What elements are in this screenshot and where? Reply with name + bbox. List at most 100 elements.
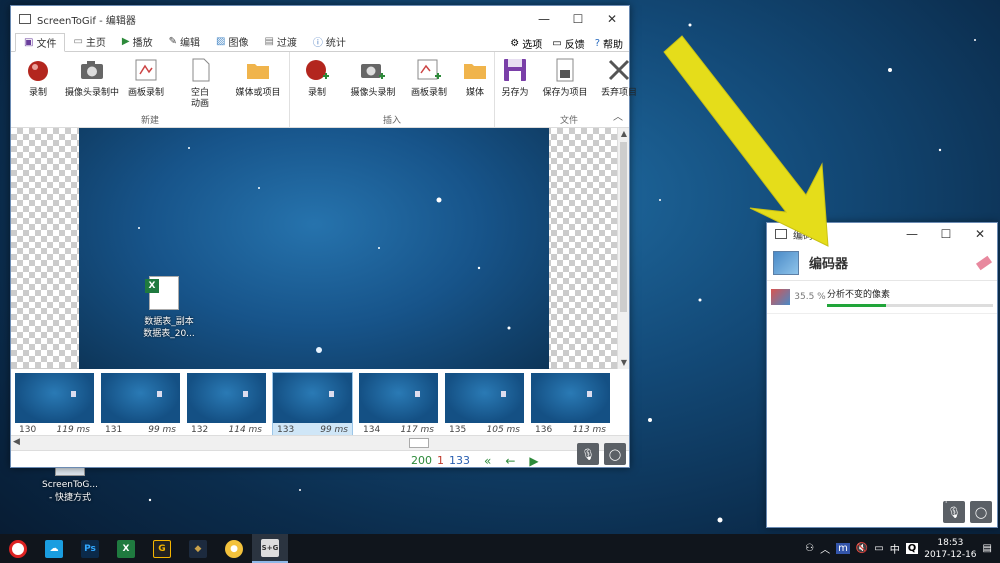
encoder-loop-button[interactable]: ◯ xyxy=(970,501,992,523)
eraser-icon[interactable] xyxy=(975,255,993,270)
network-icon[interactable]: ▭ xyxy=(874,543,883,554)
encoder-minimize-button[interactable]: — xyxy=(895,221,929,247)
feedback-link[interactable]: ▭ 反馈 xyxy=(552,36,584,51)
frame-thumbnail[interactable]: 132 114 ms xyxy=(187,373,266,435)
frame-thumbnail[interactable]: 130 119 ms xyxy=(15,373,94,435)
floppy-icon: ▣ xyxy=(24,37,34,48)
encoding-progress-fill xyxy=(827,304,886,307)
blank-animation-button[interactable]: 空白 动画 xyxy=(173,56,227,113)
tab-home[interactable]: ▭ 主页 xyxy=(65,32,113,51)
project-icon xyxy=(556,58,574,82)
taskbar-record-app[interactable] xyxy=(0,534,36,563)
scroll-down-icon[interactable]: ▼ xyxy=(618,357,630,369)
encoder-heading: 编码器 xyxy=(809,257,849,272)
insert-webcam-button[interactable]: 摄像头录制 xyxy=(344,56,402,113)
system-tray: ⚇ ︿ m 🔇 ▭ 中 Q 18:53 2017-12-16 ▤ xyxy=(805,537,1000,561)
tab-file[interactable]: ▣ 文件 xyxy=(15,33,66,52)
q-icon[interactable]: Q xyxy=(905,543,919,554)
record-button[interactable]: 录制 xyxy=(11,56,65,113)
baidu-watermark: Bai du 经验 xyxy=(770,458,948,493)
encoding-status-label: 分析不变的像素 xyxy=(827,290,891,300)
close-button[interactable]: ✕ xyxy=(595,6,629,32)
clock-time: 18:53 xyxy=(937,537,964,548)
vertical-scrollbar[interactable]: ▲ ▼ xyxy=(617,128,629,369)
encoder-image-icon xyxy=(773,250,799,275)
tab-transition[interactable]: ▤ 过渡 xyxy=(256,32,304,51)
microphone-button[interactable]: 🎙 xyxy=(577,443,599,465)
status-bar: 200 1 133 « ← ▶ xyxy=(11,450,629,470)
frame-thumbnail[interactable]: 134 117 ms xyxy=(359,373,438,435)
shortcut-label-sub: - 快捷方式 xyxy=(48,493,92,503)
horizontal-scroll-thumb[interactable] xyxy=(409,438,429,448)
taskbar: ☁ Ps X G ◆ ● S+G ⚇ ︿ m 🔇 ▭ 中 Q 18:53 201… xyxy=(0,534,1000,563)
scroll-left-icon[interactable]: ◀ xyxy=(13,437,20,447)
taskbar-game-app[interactable]: ◆ xyxy=(180,534,216,563)
help-link[interactable]: ? 帮助 xyxy=(595,36,623,51)
encoder-maximize-button[interactable]: ☐ xyxy=(929,221,963,247)
frame-canvas[interactable]: X 数据表_副本 数据表_20... ▲ ▼ xyxy=(11,128,629,369)
ime-indicator[interactable]: 中 xyxy=(890,541,900,556)
microphone-icon: 🎙 xyxy=(947,505,961,519)
current-frame-index: 133 xyxy=(449,454,470,467)
microphone-icon: 🎙 xyxy=(581,447,595,461)
title-bar[interactable]: ScreenToGif - 编辑器 — ☐ ✕ xyxy=(11,6,629,32)
next-frame-icon[interactable]: ▶ xyxy=(529,454,538,468)
frame-thumbnail[interactable]: 136 113 ms xyxy=(531,373,610,435)
image-icon: ▨ xyxy=(216,36,226,47)
scroll-up-icon[interactable]: ▲ xyxy=(618,128,630,140)
discard-project-button[interactable]: 丢弃项目 xyxy=(595,56,643,113)
taskbar-photoshop[interactable]: Ps xyxy=(72,534,108,563)
shortcut-label: ScreenToG... xyxy=(42,480,98,490)
clock-date: 2017-12-16 xyxy=(924,549,977,560)
save-as-project-button[interactable]: 保存为项目 xyxy=(535,56,595,113)
pencil-icon: ✎ xyxy=(168,36,177,47)
board-record-button[interactable]: 画板录制 xyxy=(119,56,173,113)
people-icon[interactable]: ⚇ xyxy=(805,543,814,554)
monitor-icon xyxy=(775,229,787,239)
insert-record-button[interactable]: 录制 xyxy=(290,56,344,113)
taskbar-excel[interactable]: X xyxy=(108,534,144,563)
maximize-button[interactable]: ☐ xyxy=(561,6,595,32)
media-or-project-button[interactable]: 媒体或项目 xyxy=(227,56,289,113)
tab-play[interactable]: ▶ 播放 xyxy=(114,32,161,51)
tab-statistics[interactable]: ⓘ 统计 xyxy=(305,32,354,51)
encoding-item[interactable]: 35.5 % 分析不变的像素 xyxy=(767,281,997,314)
taskbar-cloud-app[interactable]: ☁ xyxy=(36,534,72,563)
taskbar-g-app[interactable]: G xyxy=(144,534,180,563)
wrench-icon: ⚙ xyxy=(510,38,520,49)
page-icon: ▭ xyxy=(73,36,83,47)
frame-thumbnail[interactable]: 131 99 ms xyxy=(101,373,180,435)
scroll-thumb[interactable] xyxy=(620,142,627,312)
previous-frame-icon[interactable]: ← xyxy=(505,454,515,468)
frame-thumbnail[interactable]: 135 105 ms xyxy=(445,373,524,435)
first-frame-icon[interactable]: « xyxy=(484,454,491,468)
minimize-button[interactable]: — xyxy=(527,6,561,32)
collapse-ribbon-icon[interactable]: ︿ xyxy=(613,108,623,123)
current-frame-image: X 数据表_副本 数据表_20... xyxy=(79,128,549,369)
volume-muted-icon[interactable]: 🔇 xyxy=(856,543,868,554)
frame-filmstrip: 130 119 ms 131 99 ms 132 114 ms 133 99 ms 13… xyxy=(11,369,629,436)
frame-thumbnail-selected[interactable]: 133 99 ms xyxy=(272,372,353,435)
horizontal-scrollbar[interactable]: ◀ xyxy=(11,436,629,450)
window-title: ScreenToGif - 编辑器 xyxy=(37,15,136,27)
encoding-progress-bar xyxy=(827,304,993,307)
clock[interactable]: 18:53 2017-12-16 xyxy=(924,537,976,561)
save-as-button[interactable]: 另存为 xyxy=(495,56,535,113)
close-x-icon xyxy=(608,59,630,81)
total-frames-count: 200 xyxy=(411,454,432,467)
loop-button[interactable]: ◯ xyxy=(604,443,626,465)
editor-window: ScreenToGif - 编辑器 — ☐ ✕ ▣ 文件 ▭ 主页 ▶ 播放 ✎ 编辑 … xyxy=(10,5,637,470)
taskbar-screentogif[interactable]: S+G xyxy=(252,534,288,563)
tray-app-icon[interactable]: m xyxy=(836,543,850,554)
options-link[interactable]: ⚙ 选项 xyxy=(510,36,542,51)
chevron-up-icon[interactable]: ︿ xyxy=(820,541,830,556)
notification-icon[interactable]: ▤ xyxy=(983,543,992,554)
tab-image[interactable]: ▨ 图像 xyxy=(208,32,256,51)
insert-media-button[interactable]: 媒体 xyxy=(456,56,494,113)
taskbar-paint-app[interactable]: ● xyxy=(216,534,252,563)
webcam-record-button[interactable]: 摄像头录制中 xyxy=(65,56,119,113)
tab-edit[interactable]: ✎ 编辑 xyxy=(161,32,208,51)
insert-board-button[interactable]: 画板录制 xyxy=(402,56,456,113)
encoder-title-bar[interactable]: 编码器 — ☐ ✕ xyxy=(767,223,997,245)
encoder-close-button[interactable]: ✕ xyxy=(963,221,997,247)
